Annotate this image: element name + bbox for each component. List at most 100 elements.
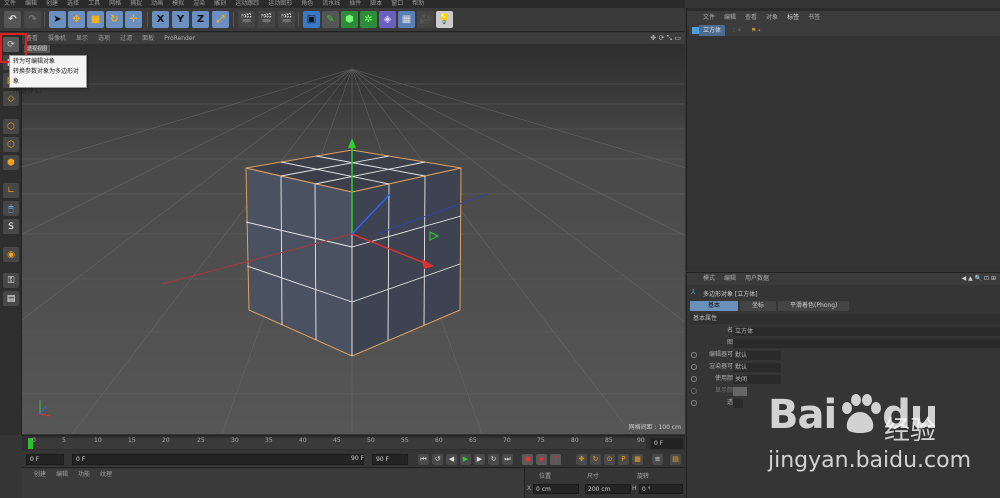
viewport-menu-item[interactable]: 摄像机	[48, 33, 66, 44]
tab-phong[interactable]: 平滑着色(Phong)	[778, 301, 850, 311]
menu-item[interactable]: 雕刻	[214, 0, 226, 8]
polygons-mode-icon[interactable]: ⬢	[3, 155, 19, 170]
edges-mode-icon[interactable]: ⬡	[3, 137, 19, 152]
tweak-mode-icon[interactable]: 🖱	[3, 201, 19, 216]
object-menu-item[interactable]: 查看	[745, 11, 757, 25]
snap-icon[interactable]: S	[3, 219, 19, 234]
pen-spline-icon[interactable]: ✎	[322, 11, 339, 28]
size-x-field[interactable]: 200 cm	[585, 484, 631, 494]
axis-y-button[interactable]: Y	[172, 11, 189, 28]
menu-item[interactable]: 编辑	[25, 0, 37, 8]
object-name[interactable]: 立方体	[699, 25, 726, 36]
menu-item[interactable]: 工具	[88, 0, 100, 8]
viewport-menu-item[interactable]: 选项	[98, 33, 110, 44]
undo-icon[interactable]: ↶	[4, 11, 21, 28]
key-scale-icon[interactable]: ⊙	[604, 454, 615, 465]
key-rotation-icon[interactable]: ↻	[590, 454, 601, 465]
menu-item[interactable]: 选择	[67, 0, 79, 8]
render-settings-icon[interactable]: 🎬	[278, 11, 295, 28]
phong-tag-icon[interactable]: ⚑ ⬩	[751, 25, 760, 36]
prev-key-icon[interactable]: ↺	[432, 454, 443, 465]
perspective-viewport[interactable]: 网格间距 : 100 cm	[22, 44, 685, 434]
animate-dot-icon[interactable]	[691, 352, 697, 358]
menu-item[interactable]: 文件	[4, 0, 16, 8]
xray-checkbox[interactable]	[733, 399, 743, 408]
light-icon[interactable]: 💡	[436, 11, 453, 28]
prev-frame-icon[interactable]: ◀	[446, 454, 457, 465]
tab-coordinates[interactable]: 坐标	[740, 301, 777, 311]
axis-mode-icon[interactable]: ∟	[3, 183, 19, 198]
start-frame-field[interactable]: 0 F	[26, 454, 64, 465]
animate-dot-icon[interactable]	[691, 364, 697, 370]
display-color-swatch[interactable]	[733, 387, 747, 396]
record-icon[interactable]: ●	[522, 454, 533, 465]
attribute-menu-item[interactable]: 用户数据	[745, 273, 769, 285]
menu-item[interactable]: 脚本	[370, 0, 382, 8]
end-frame-field[interactable]: 90 F	[372, 454, 408, 465]
keyframe-selection-icon[interactable]: ?	[550, 454, 561, 465]
animate-dot-icon[interactable]	[691, 388, 697, 394]
material-menu-item[interactable]: 纹理	[100, 469, 112, 481]
menu-item[interactable]: 运动跟踪	[235, 0, 259, 8]
object-row-cube[interactable]: 立方体 ⁝ ⚬ ⚑ ⬩	[689, 25, 1000, 36]
editor-visible-dropdown[interactable]: 默认	[733, 351, 781, 360]
array-generator-icon[interactable]: ✲	[360, 11, 377, 28]
viewport-menu-item[interactable]: 面板	[142, 33, 154, 44]
rotation-h-field[interactable]: 0 °	[639, 484, 683, 494]
render-view-icon[interactable]: 🎬	[238, 11, 255, 28]
axis-z-button[interactable]: Z	[192, 11, 209, 28]
position-x-field[interactable]: 0 cm	[533, 484, 579, 494]
scale-icon[interactable]: ■	[87, 11, 104, 28]
attribute-nav-icons[interactable]: ◀ ▲ 🔍 ⊡ ⊞	[962, 273, 1000, 285]
go-to-start-icon[interactable]: ⏮	[418, 454, 429, 465]
move-icon[interactable]: ✥	[68, 11, 85, 28]
material-menu-item[interactable]: 创建	[34, 469, 46, 481]
recent-tool-icon[interactable]: ✛	[125, 11, 142, 28]
timeline[interactable]: 0 5 10 15 20 25 30 35 40 45 50 55 60 65 …	[22, 435, 685, 450]
y-axis-arrow[interactable]	[348, 138, 356, 148]
grid-icon[interactable]: ▤	[3, 291, 19, 306]
planar-workplane-icon[interactable]: ⚿	[3, 273, 19, 288]
animate-dot-icon[interactable]	[691, 376, 697, 382]
attribute-menu-item[interactable]: 模式	[703, 273, 715, 285]
current-frame-field[interactable]: 0 F	[651, 438, 683, 449]
next-frame-icon[interactable]: ▶	[474, 454, 485, 465]
use-color-dropdown[interactable]: 关闭	[733, 375, 781, 384]
viewport-menu-item[interactable]: 查看	[26, 33, 38, 44]
autokey-icon[interactable]: ◉	[536, 454, 547, 465]
render-visible-dropdown[interactable]: 默认	[733, 363, 781, 372]
camera-icon[interactable]: 🎥	[417, 11, 434, 28]
object-menu-item[interactable]: 书签	[808, 11, 820, 25]
select-arrow-icon[interactable]: ➤	[49, 11, 66, 28]
menu-item[interactable]: 渲染	[193, 0, 205, 8]
next-key-icon[interactable]: ↻	[488, 454, 499, 465]
axis-x-button[interactable]: X	[152, 11, 169, 28]
floor-icon[interactable]: ▦	[398, 11, 415, 28]
menu-item[interactable]: 角色	[301, 0, 313, 8]
menu-item[interactable]: 插件	[349, 0, 361, 8]
redo-icon[interactable]: ↷	[24, 11, 41, 28]
play-icon[interactable]: ▶	[460, 454, 471, 465]
timeline-menu-icon[interactable]: ≡	[652, 454, 663, 465]
viewport-menu-item[interactable]: 显示	[76, 33, 88, 44]
name-field[interactable]: 立方体	[733, 327, 1000, 336]
object-menu-item[interactable]: 文件	[703, 11, 715, 25]
points-mode-icon[interactable]: ⬡	[3, 119, 19, 134]
menu-item[interactable]: 动画	[151, 0, 163, 8]
cube-primitive-icon[interactable]: ▣	[303, 11, 320, 28]
menu-item[interactable]: 网格	[109, 0, 121, 8]
object-menu-item[interactable]: 标签	[787, 11, 799, 25]
material-menu-item[interactable]: 编辑	[56, 469, 68, 481]
rotate-icon[interactable]: ↻	[106, 11, 123, 28]
preview-start-field[interactable]: 0 F	[72, 454, 364, 465]
render-picture-viewer-icon[interactable]: 🎬	[258, 11, 275, 28]
viewport-nav-icons[interactable]: ✥ ⟳ ⤡ ▭	[650, 33, 681, 44]
viewport-menu-item[interactable]: ProRender	[164, 33, 195, 44]
deformer-icon[interactable]: ◈	[379, 11, 396, 28]
menu-item[interactable]: 模拟	[172, 0, 184, 8]
viewport-menu-item[interactable]: 过滤	[120, 33, 132, 44]
material-menu-item[interactable]: 功能	[78, 469, 90, 481]
menu-item[interactable]: 创建	[46, 0, 58, 8]
film-icon[interactable]: ▤	[670, 454, 681, 465]
menu-item[interactable]: 窗口	[391, 0, 403, 8]
